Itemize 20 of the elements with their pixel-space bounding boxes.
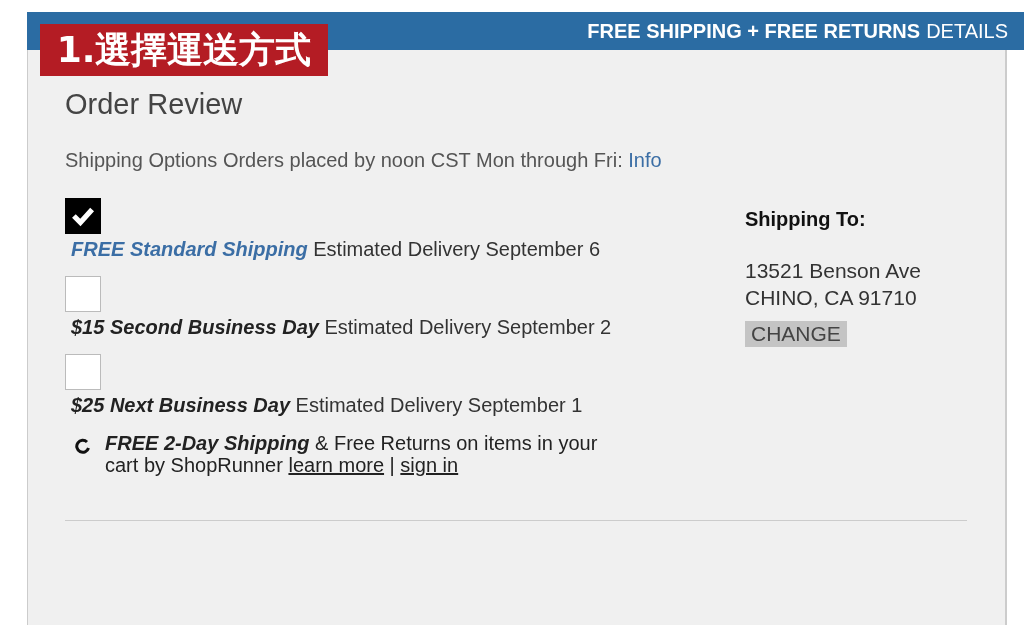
step-label: 1.選擇運送方式 — [40, 24, 328, 76]
details-link[interactable]: DETAILS — [926, 19, 1008, 43]
shipping-note: Shipping Options Orders placed by noon CST Mon through Fri: — [65, 149, 623, 171]
change-button[interactable]: CHANGE — [745, 321, 847, 347]
address-line: 13521 Benson Ave — [745, 258, 921, 284]
shipping-option-label[interactable]: FREE Standard Shipping Estimated Delivery September 6 — [65, 236, 665, 262]
info-link[interactable]: Info — [628, 149, 662, 171]
shipping-option-label[interactable]: $15 Second Business Day Estimated Delivery September 2 — [65, 314, 665, 340]
checkbox[interactable] — [65, 276, 101, 312]
refresh-icon — [75, 438, 91, 454]
sign-in-link[interactable]: sign in — [400, 454, 459, 476]
section-title: Order Review — [65, 88, 244, 121]
checkbox[interactable] — [65, 198, 101, 234]
shoprunner-text: FREE 2-Day Shipping & Free Returns on items in your cart by ShopRunner learn more | sign in — [105, 432, 599, 476]
banner-text: FREE SHIPPING + FREE RETURNS — [587, 19, 921, 43]
shipping-to-heading: Shipping To: — [745, 208, 867, 231]
address-line: CHINO, CA 91710 — [745, 285, 918, 311]
learn-more-link[interactable]: learn more — [288, 454, 385, 476]
checkbox[interactable] — [65, 354, 101, 390]
shipping-option-label[interactable]: $25 Next Business Day Estimated Delivery September 1 — [65, 392, 665, 418]
